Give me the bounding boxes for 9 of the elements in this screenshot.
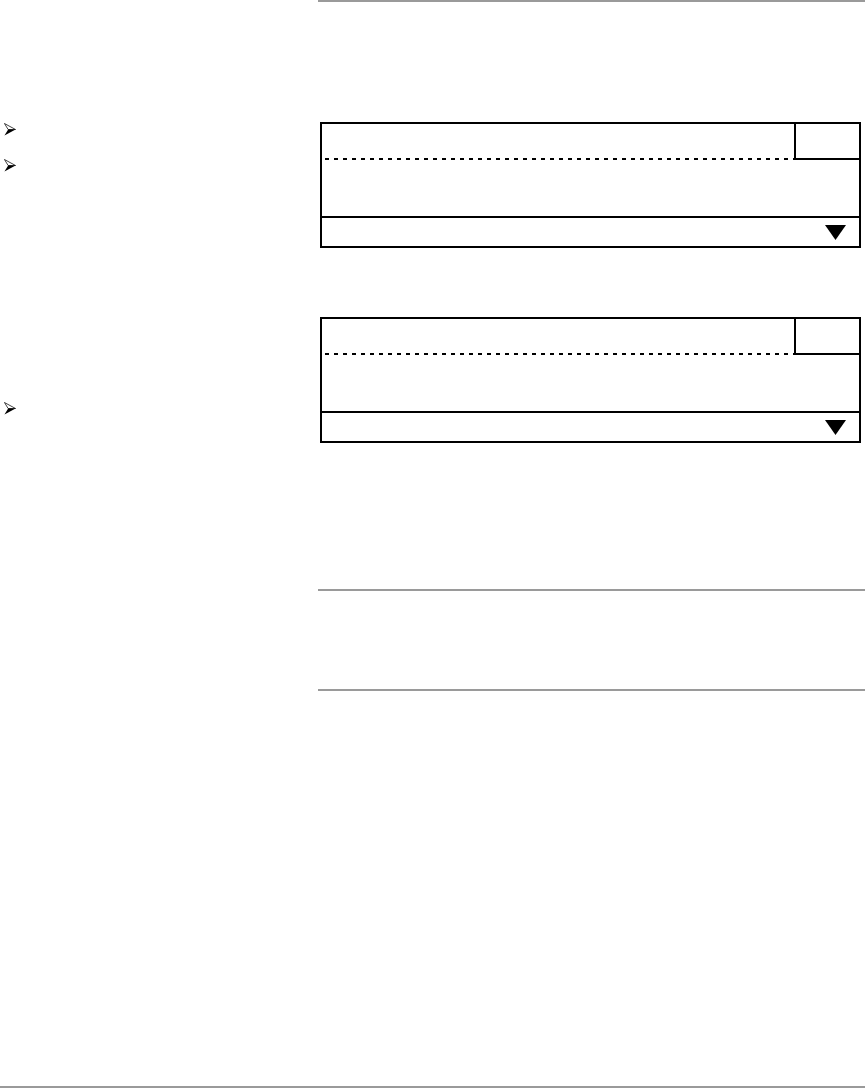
answer-box[interactable]: [794, 319, 859, 355]
answer-box[interactable]: [794, 124, 859, 160]
fill-in-line[interactable]: [325, 158, 794, 160]
caret-icon: [825, 419, 846, 435]
arrowhead-icon: [4, 123, 16, 136]
fill-in-line[interactable]: [325, 353, 794, 355]
arrowhead-icon: [4, 402, 16, 415]
caret-icon: [825, 224, 846, 240]
arrowhead-icon: [4, 159, 16, 172]
